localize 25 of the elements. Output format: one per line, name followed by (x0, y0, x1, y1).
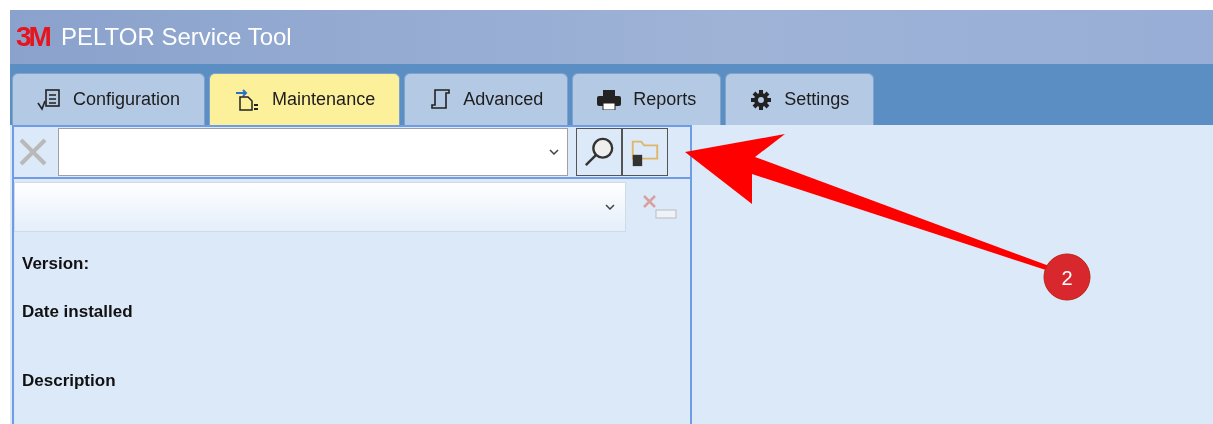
chevron-icon (605, 204, 615, 210)
dropdown[interactable] (14, 182, 626, 232)
search-button[interactable] (576, 128, 622, 176)
scroll-icon (429, 87, 452, 112)
chevron-icon (549, 149, 559, 155)
search-combo[interactable] (58, 128, 568, 176)
remove-icon[interactable] (642, 194, 678, 220)
field-label: Description (22, 370, 117, 392)
tab[interactable]: Advanced (404, 73, 569, 125)
printer-icon (597, 89, 622, 110)
tab[interactable]: Configuration (12, 73, 206, 125)
tab[interactable]: Settings (725, 73, 875, 125)
gear-icon (750, 88, 773, 111)
tab[interactable]: Maintenance (209, 73, 401, 125)
window-title: PELTOR Service Tool (60, 22, 292, 52)
open-folder-button[interactable] (622, 128, 668, 176)
tab[interactable]: Reports (572, 73, 722, 125)
checklist-icon (37, 88, 61, 111)
field-label: Date installed (22, 300, 134, 323)
transfer-icon (234, 87, 261, 112)
logo: 3M (16, 20, 49, 54)
search-icon (583, 135, 615, 169)
clear-icon[interactable] (18, 137, 48, 167)
field-label: Version: (22, 253, 91, 275)
step-badge: 2 (1043, 253, 1091, 301)
